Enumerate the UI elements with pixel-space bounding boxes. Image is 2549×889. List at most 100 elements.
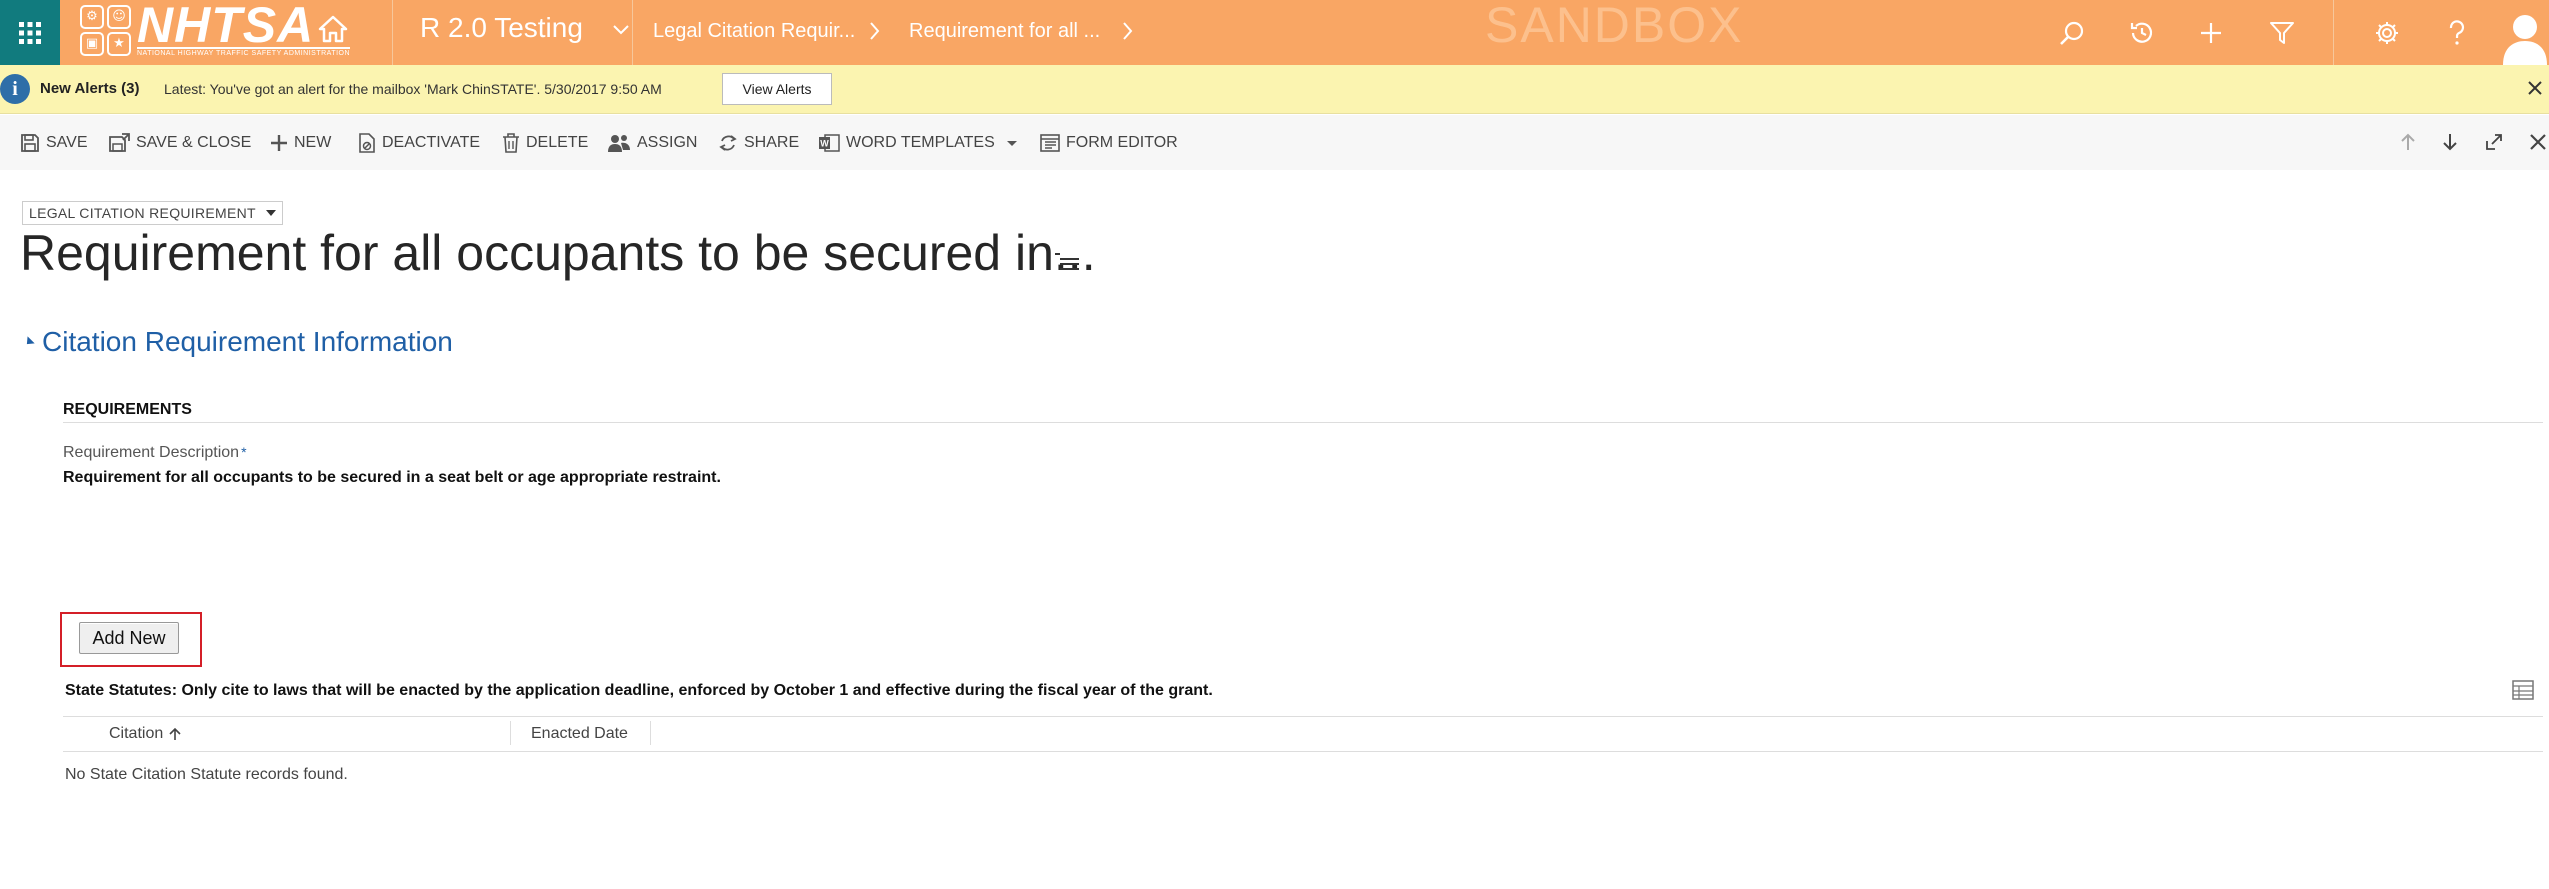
- recent-button[interactable]: [2112, 0, 2172, 65]
- view-alerts-button[interactable]: View Alerts: [722, 73, 832, 105]
- close-icon: [2530, 134, 2546, 150]
- column-separator: [510, 721, 511, 745]
- add-new-button[interactable]: Add New: [79, 622, 179, 654]
- page-title: Requirement for all occupants to be secu…: [20, 225, 1096, 281]
- breadcrumb-entity[interactable]: Legal Citation Requir...: [653, 20, 855, 43]
- nhtsa-logo[interactable]: ⚙ ☺ ▣ ★ NHTSA NATIONAL HIGHWAY TRAFFIC S…: [80, 0, 351, 57]
- alert-message: Latest: You've got an alert for the mail…: [164, 81, 662, 97]
- trash-icon: [503, 133, 519, 153]
- search-icon: [2060, 21, 2084, 45]
- app-launcher-button[interactable]: [0, 0, 60, 65]
- state-statutes-note: State Statutes: Only cite to laws that w…: [65, 682, 1213, 699]
- close-record-button[interactable]: [2523, 127, 2549, 157]
- advanced-find-icon: [2270, 21, 2294, 44]
- delete-button[interactable]: DELETE: [502, 129, 588, 157]
- save-close-icon: [109, 133, 130, 152]
- deactivate-label: DEACTIVATE: [382, 134, 481, 151]
- svg-text:W: W: [820, 139, 829, 149]
- command-bar: SAVE SAVE & CLOSE NEW DEACTIVATE DELETE: [0, 115, 2549, 170]
- section-toggle[interactable]: Citation Requirement Information: [23, 326, 453, 358]
- recent-icon: [2130, 22, 2153, 43]
- chevron-down-icon: [613, 25, 629, 35]
- home-icon: [318, 15, 348, 43]
- section-title: Citation Requirement Information: [42, 326, 453, 357]
- breadcrumb-record[interactable]: Requirement for all ...: [909, 20, 1100, 43]
- logo-subtext: NATIONAL HIGHWAY TRAFFIC SAFETY ADMINIST…: [137, 47, 351, 57]
- word-icon: W: [819, 134, 840, 152]
- form-editor-button[interactable]: FORM EDITOR: [1040, 129, 1178, 157]
- column-separator: [650, 721, 651, 745]
- create-icon: [2201, 22, 2221, 43]
- column-header-citation-label: Citation: [109, 725, 164, 742]
- column-header-enacted-date-label: Enacted Date: [531, 725, 628, 742]
- previous-record-button[interactable]: [2393, 127, 2423, 157]
- chevron-right-icon: [870, 22, 880, 40]
- person-icon: ☺: [107, 4, 131, 29]
- area-label: R 2.0 Testing: [420, 12, 583, 43]
- assign-button[interactable]: ASSIGN: [607, 129, 697, 157]
- collapse-triangle-icon: [23, 336, 35, 348]
- share-label: SHARE: [744, 134, 800, 151]
- advanced-find-button[interactable]: [2252, 0, 2312, 65]
- field-label-text: Requirement Description: [63, 444, 240, 461]
- help-button[interactable]: [2427, 0, 2487, 65]
- app-launcher-icon: [19, 21, 41, 44]
- nav-bar: ⚙ ☺ ▣ ★ NHTSA NATIONAL HIGHWAY TRAFFIC S…: [0, 0, 2549, 65]
- save-close-label: SAVE & CLOSE: [136, 134, 252, 151]
- popout-button[interactable]: [2479, 127, 2509, 157]
- grid-divider: [63, 751, 2543, 752]
- new-label: NEW: [294, 134, 332, 151]
- settings-button[interactable]: [2357, 0, 2417, 65]
- nav-divider: [632, 0, 633, 65]
- star-icon: ★: [107, 31, 131, 56]
- word-templates-label: WORD TEMPLATES: [846, 134, 995, 151]
- subsection-header: REQUIREMENTS: [63, 401, 192, 418]
- column-header-enacted-date[interactable]: Enacted Date: [531, 725, 628, 743]
- column-header-citation[interactable]: Citation: [109, 725, 182, 743]
- grid-view-icon[interactable]: [2512, 680, 2534, 700]
- caret-down-icon: [265, 210, 276, 216]
- save-close-button[interactable]: SAVE & CLOSE: [108, 129, 251, 157]
- save-button[interactable]: SAVE: [20, 129, 88, 157]
- assign-label: ASSIGN: [637, 134, 698, 151]
- chevron-right-icon: [1123, 22, 1133, 40]
- nav-divider: [2333, 0, 2334, 65]
- help-icon: [2449, 19, 2465, 45]
- delete-label: DELETE: [526, 134, 589, 151]
- form-editor-icon: [1040, 134, 1060, 152]
- popout-icon: [2486, 134, 2502, 150]
- vehicle-icon: ▣: [80, 31, 104, 56]
- assign-icon: [608, 135, 630, 152]
- search-button[interactable]: [2042, 0, 2102, 65]
- close-icon: [2528, 81, 2542, 95]
- divider: [63, 422, 2543, 423]
- alert-bar: i New Alerts (3) Latest: You've got an a…: [0, 65, 2549, 114]
- environment-label: SANDBOX: [1485, 0, 1744, 53]
- deactivate-button[interactable]: DEACTIVATE: [358, 129, 480, 157]
- caret-down-icon: [1006, 140, 1017, 146]
- plus-icon: [271, 135, 287, 151]
- empty-grid-message: No State Citation Statute records found.: [65, 766, 348, 783]
- user-profile-button[interactable]: [2500, 0, 2549, 65]
- requirement-description-value[interactable]: Requirement for all occupants to be secu…: [63, 469, 721, 487]
- area-selector[interactable]: R 2.0 Testing: [420, 12, 629, 44]
- create-button[interactable]: [2181, 0, 2241, 65]
- required-indicator: *: [241, 444, 247, 460]
- home-button[interactable]: [316, 12, 350, 46]
- entity-label: LEGAL CITATION REQUIREMENT: [29, 205, 256, 221]
- deactivate-icon: [359, 133, 375, 153]
- form-editor-label: FORM EDITOR: [1066, 134, 1178, 151]
- word-templates-button[interactable]: W WORD TEMPLATES: [818, 129, 1017, 157]
- user-icon: [2502, 15, 2547, 65]
- record-menu-icon[interactable]: [1054, 250, 1080, 272]
- share-button[interactable]: SHARE: [718, 129, 799, 157]
- save-icon: [21, 134, 39, 152]
- logo-badges: ⚙ ☺ ▣ ★: [80, 4, 131, 56]
- info-icon: i: [0, 74, 30, 104]
- new-button[interactable]: NEW: [270, 129, 331, 157]
- share-icon: [719, 135, 737, 151]
- requirement-description-label: Requirement Description *: [63, 444, 247, 462]
- alert-close-button[interactable]: [2524, 77, 2546, 99]
- next-record-button[interactable]: [2435, 127, 2465, 157]
- settings-icon: [2376, 21, 2398, 44]
